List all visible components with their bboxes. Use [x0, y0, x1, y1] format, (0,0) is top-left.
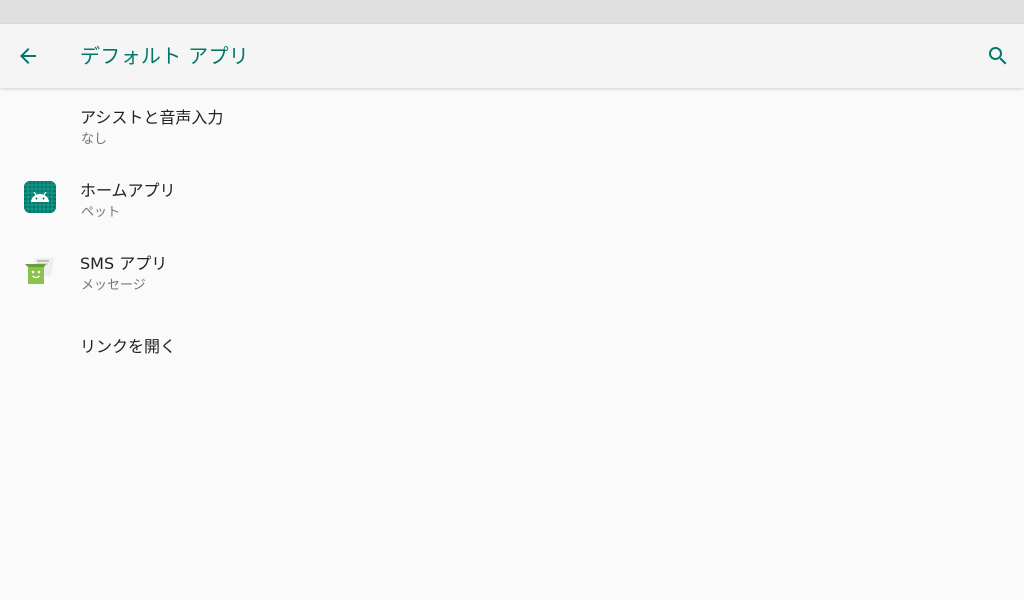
- item-title: リンクを開く: [80, 337, 177, 356]
- list-item-sms-app[interactable]: SMS アプリ メッセージ: [0, 234, 1024, 307]
- app-bar: デフォルト アプリ: [0, 24, 1024, 88]
- search-icon: [989, 47, 1007, 65]
- item-summary: なし: [81, 132, 108, 147]
- arrow-back-icon: [20, 48, 36, 64]
- search-button[interactable]: [982, 40, 1014, 72]
- item-summary: ペット: [81, 205, 121, 220]
- item-title: ホームアプリ: [80, 181, 176, 200]
- status-bar: [0, 0, 1024, 24]
- list-item-assist-voice-input[interactable]: アシストと音声入力 なし: [0, 88, 1024, 161]
- item-title: アシストと音声入力: [80, 108, 224, 127]
- back-button[interactable]: [12, 40, 44, 72]
- android-app-icon: [24, 181, 56, 213]
- messaging-app-icon: [25, 258, 54, 284]
- item-summary: メッセージ: [81, 278, 146, 293]
- page-title: デフォルト アプリ: [80, 44, 250, 68]
- list-item-home-app[interactable]: ホームアプリ ペット: [0, 161, 1024, 234]
- list-item-open-links[interactable]: リンクを開く: [0, 307, 1024, 380]
- settings-list: アシストと音声入力 なし ホームアプリ ペット SMS アプリ メッセージ リン…: [0, 88, 1024, 380]
- item-title: SMS アプリ: [80, 254, 168, 273]
